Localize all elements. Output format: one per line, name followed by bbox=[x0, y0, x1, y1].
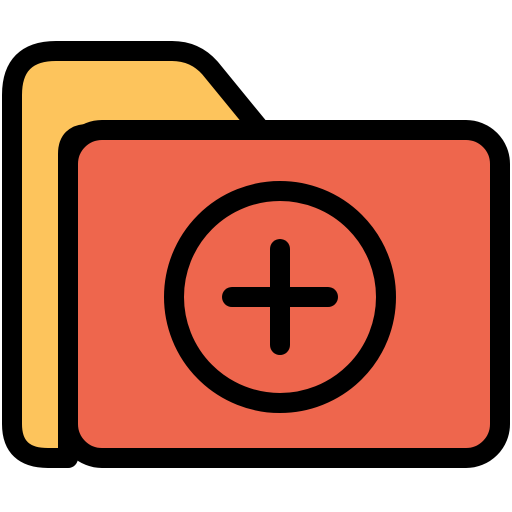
icon-canvas bbox=[0, 0, 512, 512]
add-folder-icon[interactable] bbox=[0, 0, 512, 512]
